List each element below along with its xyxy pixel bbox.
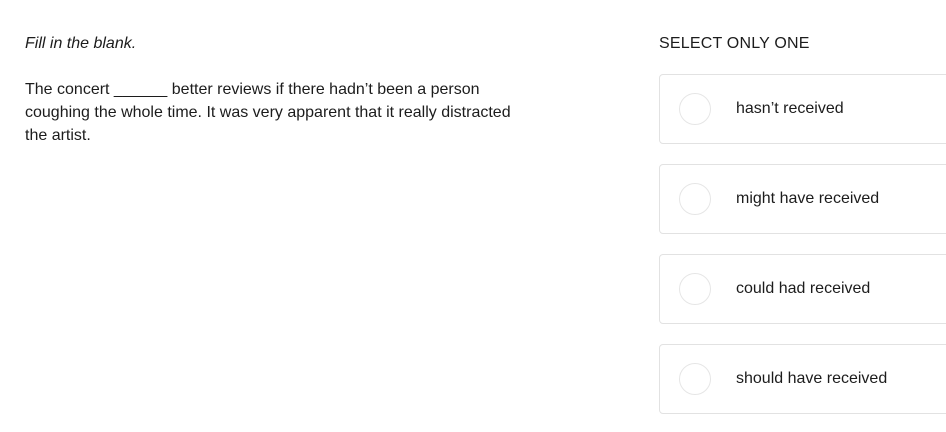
answer-panel: SELECT ONLY ONE hasn’t received might ha… (659, 34, 946, 414)
answer-options: hasn’t received might have received coul… (659, 74, 946, 414)
instruction-text: Fill in the blank. (25, 35, 137, 52)
question-panel: Fill in the blank. The concert ______ be… (25, 34, 525, 147)
answer-option-should-have-received[interactable]: should have received (659, 344, 946, 414)
answer-option-might-have-received[interactable]: might have received (659, 164, 946, 234)
answer-option-hasnt-received[interactable]: hasn’t received (659, 74, 946, 144)
answer-option-label: should have received (736, 370, 888, 387)
radio-button[interactable] (679, 183, 711, 215)
radio-button[interactable] (679, 93, 711, 125)
answer-option-could-had-received[interactable]: could had received (659, 254, 946, 324)
select-only-one-label: SELECT ONLY ONE (659, 35, 810, 52)
question-text: The concert ______ better reviews if the… (25, 81, 511, 144)
answer-option-label: could had received (736, 280, 871, 297)
radio-button[interactable] (679, 363, 711, 395)
answer-option-label: hasn’t received (736, 100, 844, 117)
radio-button[interactable] (679, 273, 711, 305)
quiz-page: Fill in the blank. The concert ______ be… (0, 0, 946, 432)
answer-option-label: might have received (736, 190, 880, 207)
